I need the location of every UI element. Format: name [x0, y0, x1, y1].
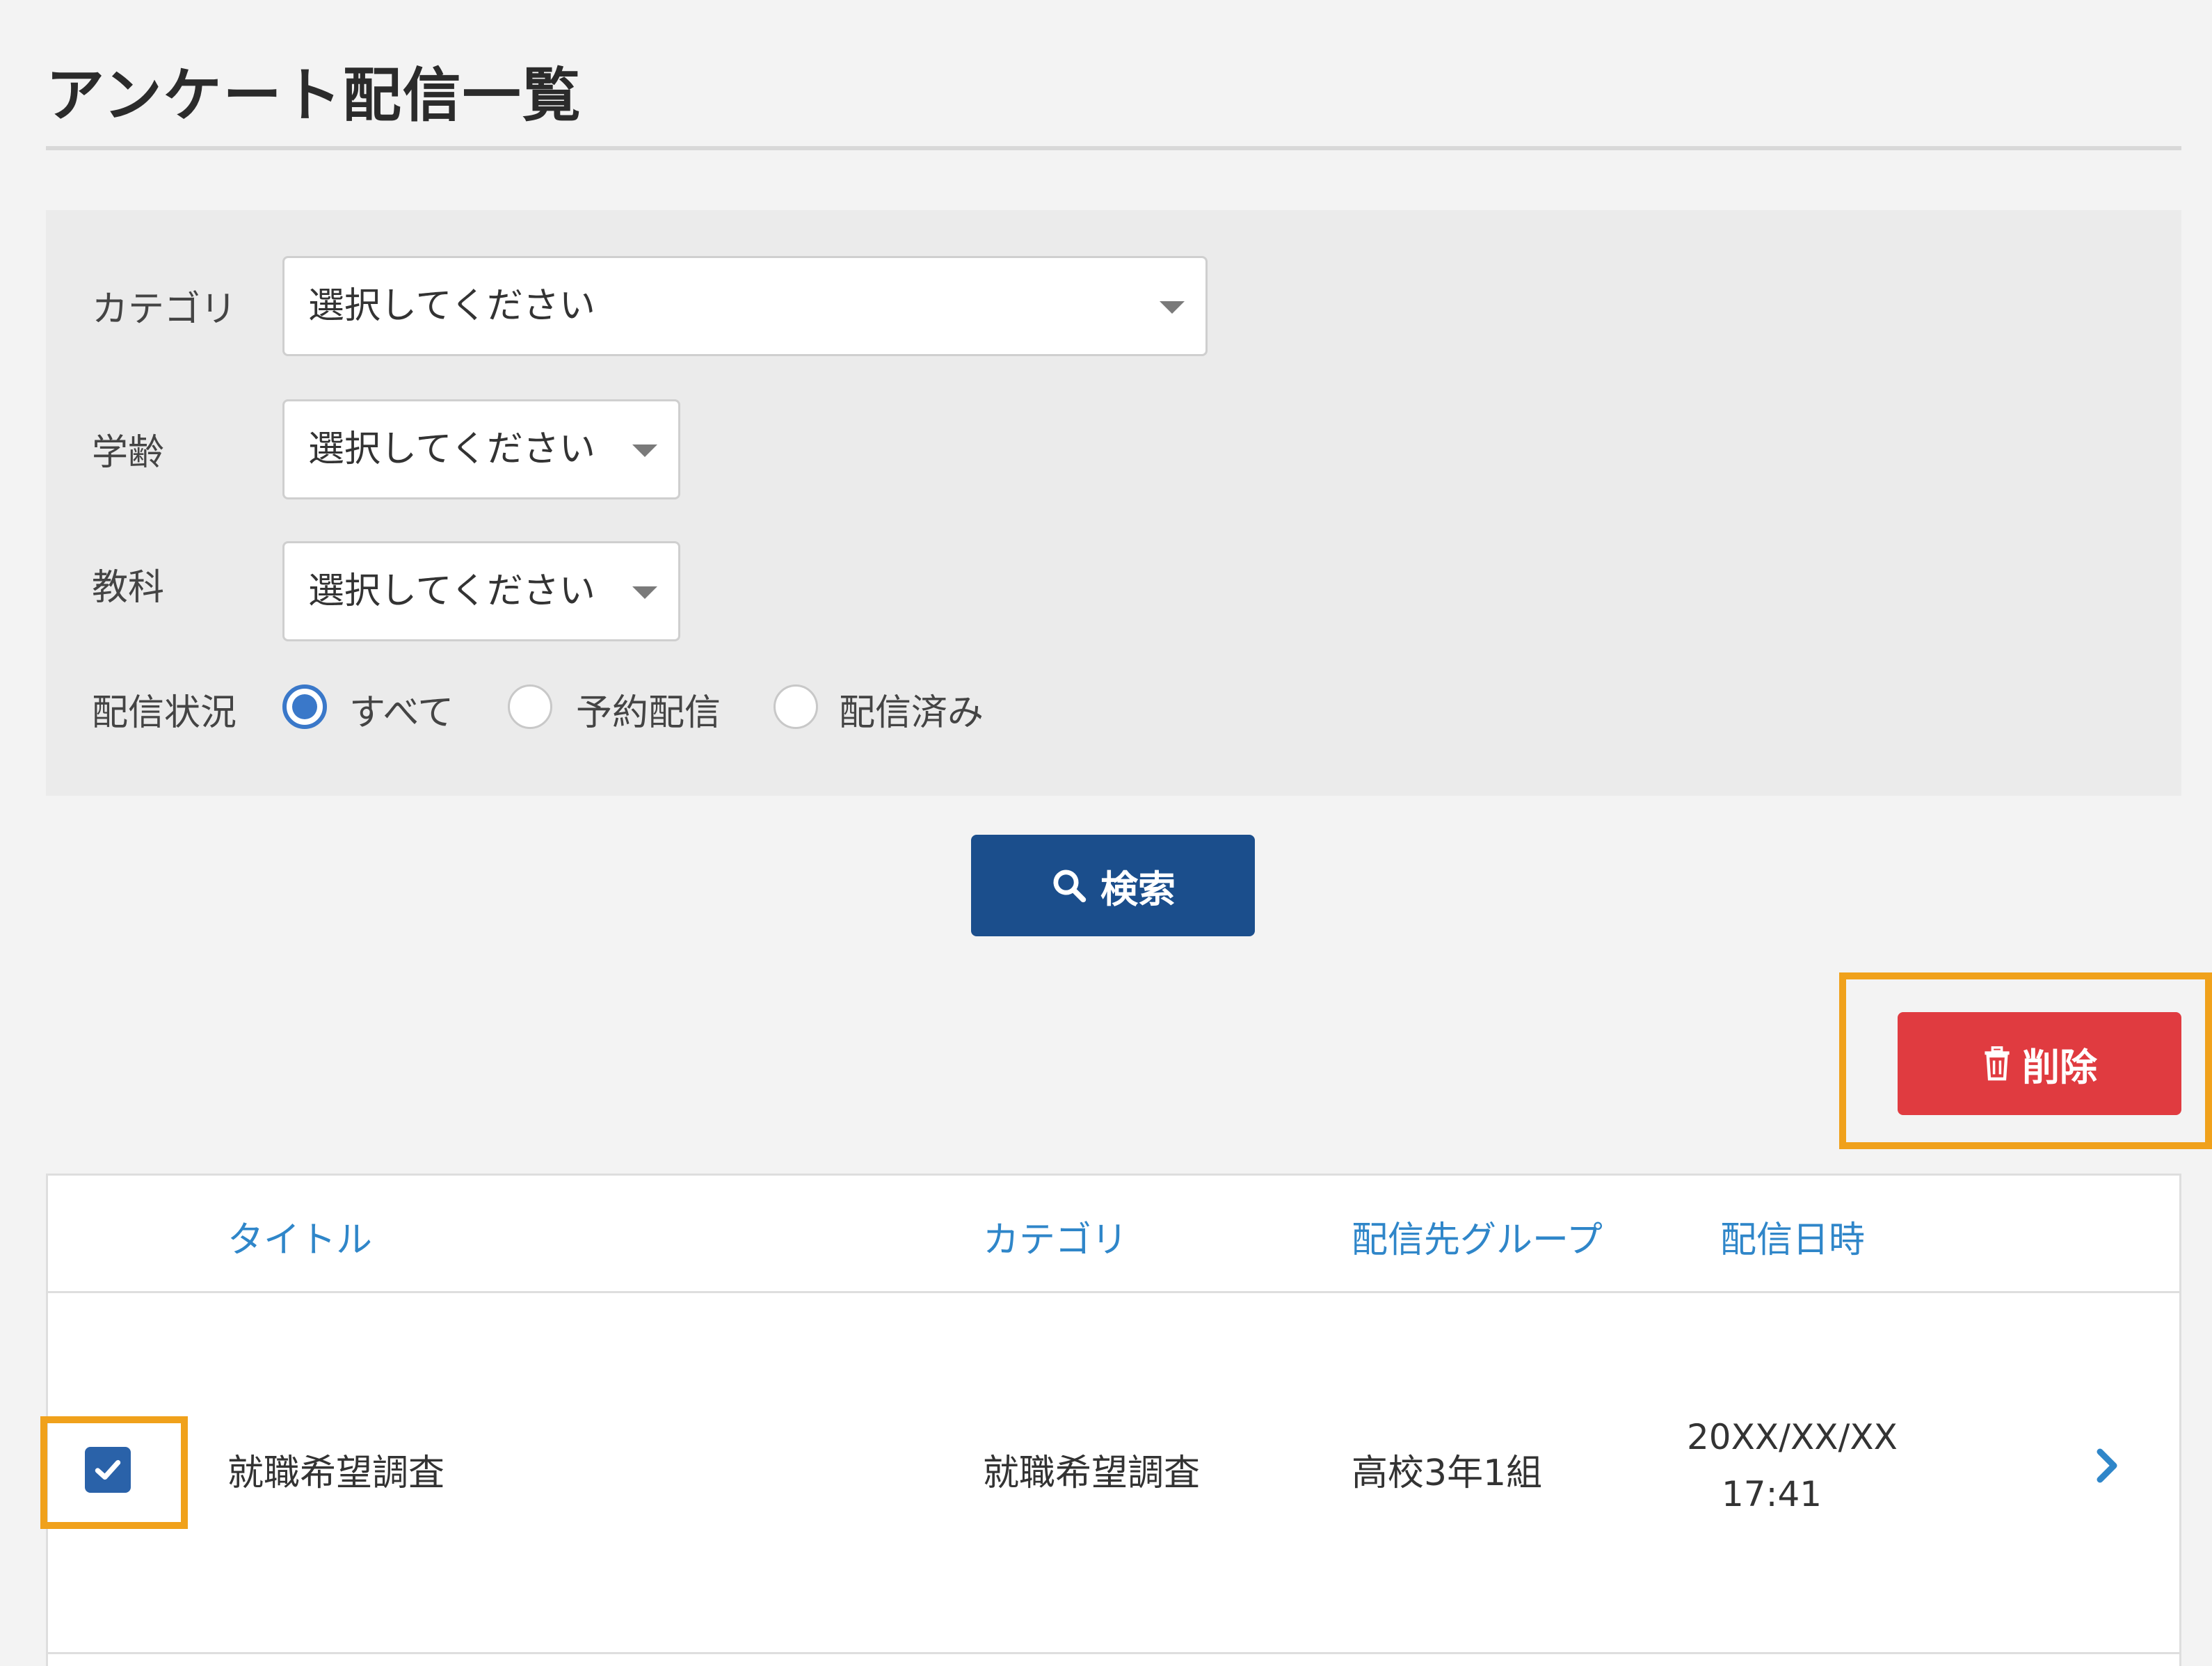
subject-select-value: 選択してください [308, 570, 595, 612]
row-date: 20XX/XX/XX [1687, 1417, 1898, 1457]
trash-icon [1985, 1046, 2010, 1081]
filter-panel: カテゴリ 選択してください 学齢 選択してください 教科 選択してください 配信… [46, 210, 2181, 796]
chevron-down-icon [632, 444, 657, 457]
chevron-down-icon [1160, 301, 1185, 314]
row-title: 就職希望調査 [227, 1452, 445, 1494]
row-checkbox[interactable] [85, 1447, 131, 1493]
results-table: タイトル カテゴリ 配信先グループ 配信日時 就職希望調査 就職希望調査 高校3… [46, 1174, 2181, 1666]
search-button-label: 検索 [1100, 867, 1176, 911]
search-icon [1053, 870, 1087, 903]
checkmark-icon [95, 1459, 121, 1480]
delete-button[interactable]: 削除 [1898, 1012, 2181, 1115]
status-radio-all-label[interactable]: すべて [349, 683, 454, 735]
grade-filter-label: 学齢 [92, 432, 165, 474]
delete-button-label: 削除 [2022, 1045, 2097, 1089]
column-header-datetime[interactable]: 配信日時 [1720, 1210, 1865, 1263]
column-header-title[interactable]: タイトル [227, 1210, 372, 1263]
row-group: 高校3年1組 [1352, 1452, 1543, 1494]
row-time: 17:41 [1722, 1474, 1822, 1514]
grade-select[interactable]: 選択してください [282, 399, 680, 499]
status-radio-delivered-label[interactable]: 配信済み [839, 683, 984, 735]
status-radio-delivered[interactable] [774, 684, 818, 729]
chevron-down-icon [632, 586, 657, 599]
category-select-value: 選択してください [308, 285, 595, 327]
category-filter-label: カテゴリ [92, 289, 237, 330]
status-radio-scheduled[interactable] [508, 684, 552, 729]
page-title: アンケート配信一覧 [46, 61, 582, 129]
category-select[interactable]: 選択してください [282, 256, 1208, 356]
status-radio-scheduled-label[interactable]: 予約配信 [576, 683, 721, 735]
subject-filter-label: 教科 [92, 567, 165, 609]
status-radio-all[interactable] [282, 684, 327, 729]
column-header-category[interactable]: カテゴリ [983, 1210, 1128, 1263]
chevron-right-icon[interactable] [2093, 1445, 2121, 1487]
table-header: タイトル カテゴリ 配信先グループ 配信日時 [48, 1176, 2179, 1293]
status-filter-label: 配信状況 [92, 692, 237, 734]
grade-select-value: 選択してください [308, 428, 595, 470]
subject-select[interactable]: 選択してください [282, 541, 680, 641]
title-divider [46, 146, 2181, 150]
column-header-group[interactable]: 配信先グループ [1352, 1210, 1603, 1263]
row-category: 就職希望調査 [983, 1452, 1201, 1494]
search-button[interactable]: 検索 [971, 835, 1255, 936]
table-row[interactable]: 就職希望調査 就職希望調査 高校3年1組 20XX/XX/XX 17:41 [48, 1293, 2179, 1654]
